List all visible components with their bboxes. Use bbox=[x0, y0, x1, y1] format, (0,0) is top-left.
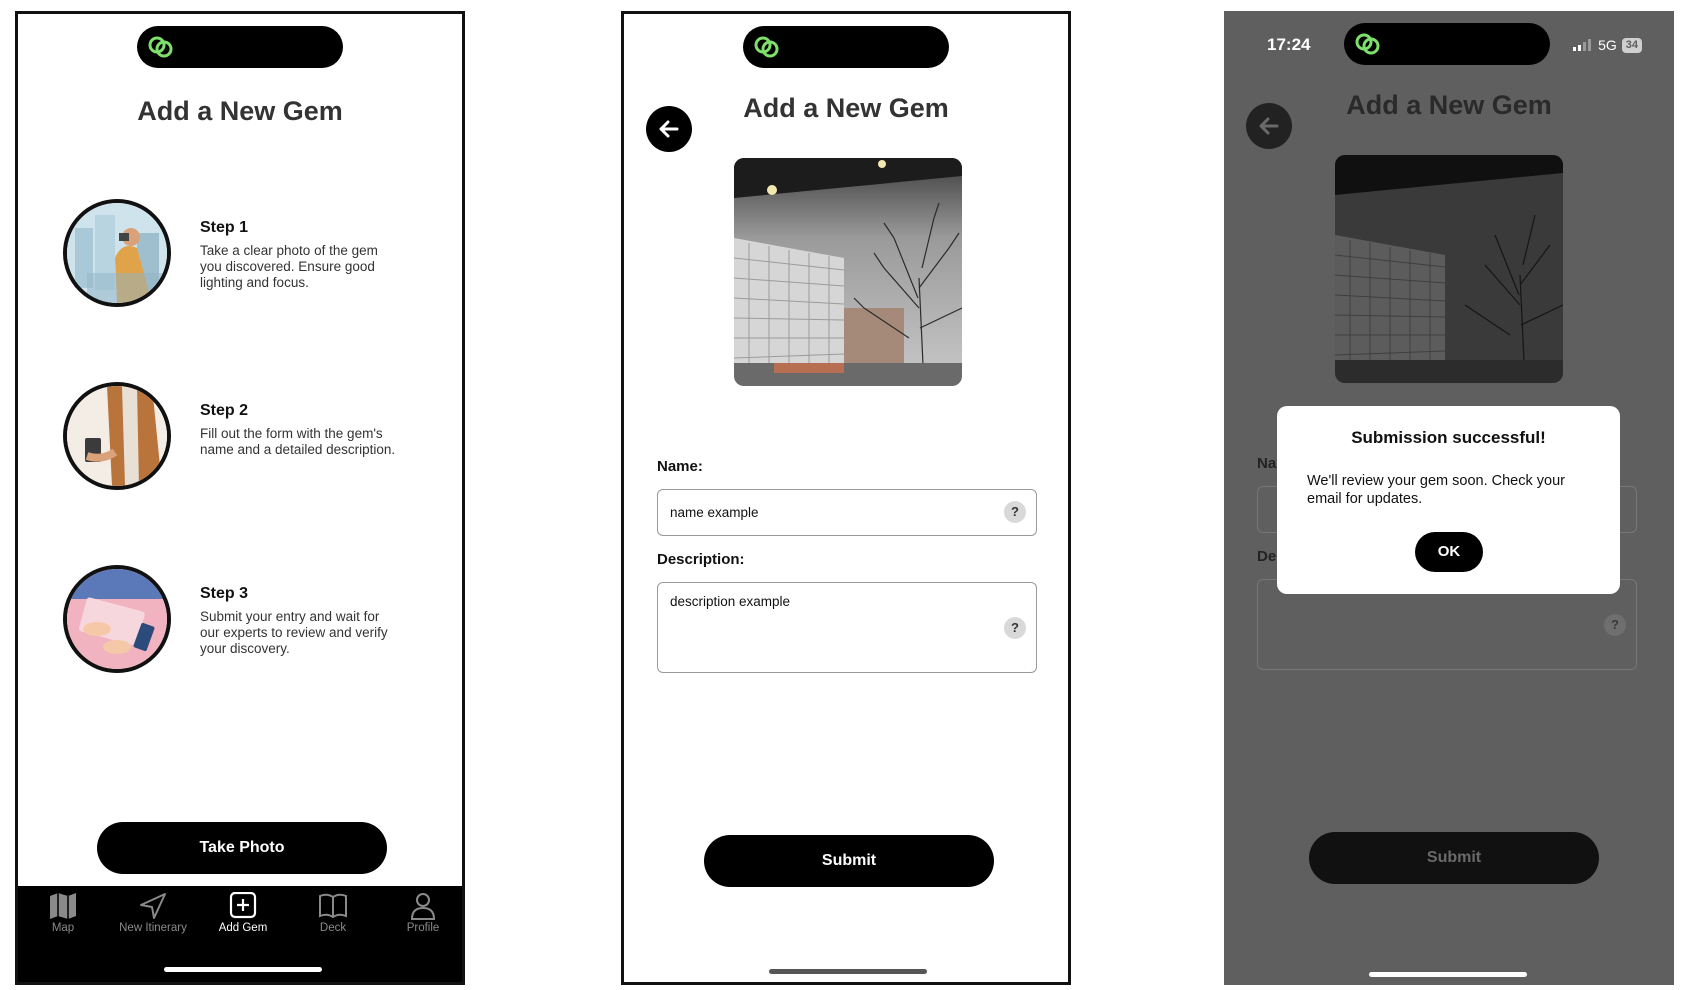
phone-screen-success-dialog: 17:24 5G 34 Add a New Gem Na De ? Submit… bbox=[1224, 11, 1674, 985]
submit-button[interactable]: Submit bbox=[1309, 832, 1599, 884]
home-indicator[interactable] bbox=[769, 969, 927, 974]
step-3-illustration bbox=[63, 565, 171, 673]
gem-photo bbox=[734, 158, 962, 386]
tab-add-gem[interactable]: Add Gem bbox=[198, 892, 288, 934]
submit-button[interactable]: Submit bbox=[704, 835, 994, 887]
navigation-arrow-icon bbox=[140, 893, 166, 919]
status-indicators: 5G 34 bbox=[1573, 37, 1642, 53]
take-photo-button[interactable]: Take Photo bbox=[97, 822, 387, 874]
step-2-text: Fill out the form with the gem's name an… bbox=[200, 426, 396, 457]
status-time: 17:24 bbox=[1267, 35, 1311, 54]
step-1-text: Take a clear photo of the gem you discov… bbox=[200, 243, 378, 290]
dialog-message: We'll review your gem soon. Check your e… bbox=[1307, 473, 1565, 507]
app-link-logo-icon bbox=[1355, 33, 1380, 55]
success-dialog: Submission successful! We'll review your… bbox=[1277, 406, 1620, 594]
name-field-value: name example bbox=[670, 505, 759, 520]
tab-map[interactable]: Map bbox=[18, 892, 108, 934]
page-title: Add a New Gem bbox=[743, 93, 949, 123]
step-1: Step 1 Take a clear photo of the gem you… bbox=[63, 199, 433, 315]
map-icon bbox=[50, 893, 76, 919]
ok-button[interactable]: OK bbox=[1415, 532, 1483, 572]
network-type: 5G bbox=[1598, 37, 1617, 53]
phone-screen-instructions: Add a New Gem Step 1 Take a clear photo … bbox=[15, 11, 465, 985]
home-indicator[interactable] bbox=[1369, 972, 1527, 977]
phone-screen-form: Add a New Gem Name: name example ? Descr… bbox=[621, 11, 1071, 985]
step-2: Step 2 Fill out the form with the gem's … bbox=[63, 382, 433, 498]
step-3-title: Step 3 bbox=[200, 585, 249, 602]
plus-square-icon bbox=[229, 892, 257, 919]
tab-profile-label: Profile bbox=[406, 922, 440, 934]
name-help-icon[interactable]: ? bbox=[1004, 501, 1026, 523]
tab-deck[interactable]: Deck bbox=[288, 892, 378, 934]
name-field[interactable]: name example ? bbox=[657, 489, 1037, 536]
step-1-illustration bbox=[63, 199, 171, 307]
description-label: De bbox=[1257, 548, 1277, 565]
description-field[interactable]: description example ? bbox=[657, 582, 1037, 673]
app-link-logo-icon bbox=[148, 36, 173, 58]
step-3: Step 3 Submit your entry and wait for ou… bbox=[63, 565, 433, 681]
dynamic-island bbox=[137, 26, 343, 68]
name-label: Name: bbox=[657, 458, 703, 475]
tab-profile[interactable]: Profile bbox=[378, 892, 462, 934]
gem-photo bbox=[1335, 155, 1563, 383]
name-label: Na bbox=[1257, 455, 1277, 472]
app-link-logo-icon bbox=[754, 36, 779, 58]
tab-new-itinerary-label: New Itinerary bbox=[119, 922, 187, 934]
battery-level: 34 bbox=[1621, 37, 1642, 53]
description-help-icon[interactable]: ? bbox=[1004, 617, 1026, 639]
step-3-text: Submit your entry and wait for our exper… bbox=[200, 609, 388, 656]
bottom-tab-bar: Map New Itinerary Add Gem Deck Profile bbox=[18, 886, 462, 982]
tab-map-label: Map bbox=[51, 922, 75, 934]
description-label: Description: bbox=[657, 551, 745, 568]
step-2-illustration bbox=[63, 382, 171, 490]
dialog-title: Submission successful! bbox=[1351, 428, 1546, 447]
description-field-value: description example bbox=[670, 594, 791, 609]
person-icon bbox=[410, 893, 436, 920]
dynamic-island bbox=[1344, 23, 1550, 65]
tab-deck-label: Deck bbox=[319, 922, 347, 934]
page-title: Add a New Gem bbox=[1346, 90, 1552, 120]
page-title: Add a New Gem bbox=[137, 96, 343, 126]
step-2-title: Step 2 bbox=[200, 402, 249, 419]
open-book-icon bbox=[319, 893, 347, 919]
tab-new-itinerary[interactable]: New Itinerary bbox=[108, 892, 198, 934]
description-help-icon[interactable]: ? bbox=[1604, 614, 1626, 636]
home-indicator[interactable] bbox=[164, 967, 322, 972]
dynamic-island bbox=[743, 26, 949, 68]
signal-bars-icon bbox=[1573, 39, 1592, 51]
step-1-title: Step 1 bbox=[200, 219, 249, 236]
tab-add-gem-label: Add Gem bbox=[218, 922, 268, 934]
